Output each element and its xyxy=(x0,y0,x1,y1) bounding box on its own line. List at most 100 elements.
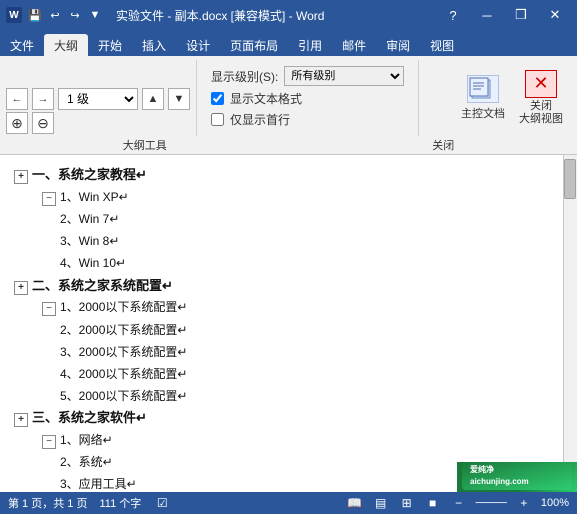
view-print-icon[interactable]: ▤ xyxy=(372,494,390,512)
collapse-7[interactable]: − xyxy=(42,302,56,316)
item-text-12: 三、系统之家软件↵ xyxy=(32,408,147,429)
status-bar-right: 📖 ▤ ⊞ ■ − ──── + 100% xyxy=(346,494,569,512)
placeholder-3 xyxy=(42,209,56,223)
nav-up-button[interactable]: ▲ xyxy=(142,88,164,110)
view-web-icon[interactable]: ⊞ xyxy=(398,494,416,512)
outline-nav-column: ← → 1 级 2 级 3 级 4 级 正文 ▲ ▼ ⊕ ⊖ xyxy=(6,88,190,134)
outline-item-6: + 二、系统之家系统配置↵ xyxy=(14,276,543,297)
nav-right-button[interactable]: → xyxy=(32,88,54,110)
display-level-label: 显示级别(S): xyxy=(211,68,278,85)
close-outline-icon: ✕ xyxy=(525,70,557,98)
close-button[interactable]: ✕ xyxy=(539,4,571,26)
nav-expand-button[interactable]: ⊕ xyxy=(6,112,28,134)
close-outline-button[interactable]: ✕ 关闭大纲视图 xyxy=(517,68,565,128)
tab-insert[interactable]: 插入 xyxy=(132,34,176,56)
save-button[interactable]: 💾 xyxy=(26,6,44,24)
help-button[interactable]: ? xyxy=(437,4,469,26)
collapse-2[interactable]: − xyxy=(42,192,56,206)
page-info: 第 1 页，共 1 页 xyxy=(8,495,87,511)
outline-item-7: − 1、2000以下系统配置↵ xyxy=(14,298,543,317)
close-outline-group: ✕ 关闭大纲视图 xyxy=(517,68,565,128)
item-text-7: 1、2000以下系统配置↵ xyxy=(60,298,187,317)
display-options: 显示级别(S): 所有级别 1 级 2 级 显示文本格式 仅显示首行 xyxy=(203,60,412,134)
nav-down-button[interactable]: ▼ xyxy=(168,88,190,110)
expand-1[interactable]: + xyxy=(14,170,28,184)
item-text-2: 1、Win XP↵ xyxy=(60,188,129,207)
outline-item-4: 3、Win 8↵ xyxy=(14,231,543,251)
level-select[interactable]: 1 级 2 级 3 级 4 级 正文 xyxy=(58,88,138,110)
outline-item-1: + 一、系统之家教程↵ xyxy=(14,165,543,186)
expand-12[interactable]: + xyxy=(14,413,28,427)
nav-row-1: ← → 1 级 2 级 3 级 4 级 正文 ▲ ▼ xyxy=(6,88,190,110)
outline-item-9: 3、2000以下系统配置↵ xyxy=(14,342,543,362)
watermark: 爱纯净 aichunjing.com xyxy=(457,462,577,492)
display-level-row: 显示级别(S): 所有级别 1 级 2 级 xyxy=(211,66,404,86)
tab-view[interactable]: 视图 xyxy=(420,34,464,56)
window-controls: ? ─ ❒ ✕ xyxy=(437,4,571,26)
vertical-scrollbar[interactable] xyxy=(563,155,577,507)
status-bar: 第 1 页，共 1 页 111 个字 ☑ 📖 ▤ ⊞ ■ − ──── + 10… xyxy=(0,492,577,514)
show-first-line-checkbox[interactable] xyxy=(211,113,224,126)
placeholder-15 xyxy=(42,474,56,488)
item-text-8: 2、2000以下系统配置↵ xyxy=(60,321,187,340)
zoom-out-icon[interactable]: − xyxy=(450,494,468,512)
zoom-slider[interactable]: ──── xyxy=(476,497,507,509)
collapse-13[interactable]: − xyxy=(42,435,56,449)
watermark-text: 爱纯净 aichunjing.com xyxy=(462,462,572,493)
nav-left-button[interactable]: ← xyxy=(6,88,28,110)
tab-home[interactable]: 开始 xyxy=(88,34,132,56)
title-bar-left: W 💾 ↩ ↪ ▼ 实验文件 - 副本.docx [兼容模式] - Word xyxy=(6,6,324,24)
zoom-in-icon[interactable]: + xyxy=(515,494,533,512)
view-read-icon[interactable]: 📖 xyxy=(346,494,364,512)
quick-access-toolbar: 💾 ↩ ↪ ▼ xyxy=(26,6,104,24)
section-label: 大纲工具 关闭 xyxy=(0,136,577,155)
scroll-thumb[interactable] xyxy=(564,159,576,199)
window-title: 实验文件 - 副本.docx [兼容模式] - Word xyxy=(116,7,324,24)
display-options-group: 显示级别(S): 所有级别 1 级 2 级 显示文本格式 仅显示首行 xyxy=(201,60,419,136)
outline-item-8: 2、2000以下系统配置↵ xyxy=(14,320,543,340)
master-doc-icon xyxy=(467,75,499,103)
nav-collapse-button[interactable]: ⊖ xyxy=(32,112,54,134)
minimize-button[interactable]: ─ xyxy=(471,4,503,26)
show-format-checkbox[interactable] xyxy=(211,92,224,105)
placeholder-5 xyxy=(42,253,56,267)
outline-nav-controls: ← → 1 级 2 级 3 级 4 级 正文 ▲ ▼ ⊕ ⊖ xyxy=(6,60,190,134)
display-options-content: 显示级别(S): 所有级别 1 级 2 级 显示文本格式 仅显示首行 xyxy=(203,60,412,134)
tab-file[interactable]: 文件 xyxy=(0,34,44,56)
tab-design[interactable]: 设计 xyxy=(176,34,220,56)
expand-6[interactable]: + xyxy=(14,281,28,295)
item-text-1: 一、系统之家教程↵ xyxy=(32,165,147,186)
tab-mailings[interactable]: 邮件 xyxy=(332,34,376,56)
tab-page-layout[interactable]: 页面布局 xyxy=(220,34,288,56)
restore-button[interactable]: ❒ xyxy=(505,4,537,26)
view-normal-icon[interactable]: ■ xyxy=(424,494,442,512)
placeholder-10 xyxy=(42,364,56,378)
outline-item-12: + 三、系统之家软件↵ xyxy=(14,408,543,429)
svg-text:aichunjing.com: aichunjing.com xyxy=(470,477,529,486)
display-level-select[interactable]: 所有级别 1 级 2 级 xyxy=(284,66,404,86)
outline-item-5: 4、Win 10↵ xyxy=(14,253,543,273)
outline-item-11: 5、2000以下系统配置↵ xyxy=(14,386,543,406)
placeholder-9 xyxy=(42,342,56,356)
placeholder-4 xyxy=(42,231,56,245)
spell-check-icon[interactable]: ☑ xyxy=(153,494,171,512)
tab-outline[interactable]: 大纲 xyxy=(44,34,88,56)
tab-review[interactable]: 审阅 xyxy=(376,34,420,56)
outline-item-13: − 1、网络↵ xyxy=(14,431,543,450)
section-label-text: 大纲工具 xyxy=(123,137,167,153)
tab-references[interactable]: 引用 xyxy=(288,34,332,56)
customize-quick-access-button[interactable]: ▼ xyxy=(86,6,104,24)
nav-row-2: ⊕ ⊖ xyxy=(6,112,190,134)
close-outline-label: 关闭大纲视图 xyxy=(519,100,563,126)
undo-button[interactable]: ↩ xyxy=(46,6,64,24)
show-first-line-label: 仅显示首行 xyxy=(230,111,290,128)
placeholder-8 xyxy=(42,320,56,334)
master-doc-button[interactable]: 主控文档 xyxy=(459,73,507,123)
outline-content: + 一、系统之家教程↵ − 1、Win XP↵ 2、Win 7↵ 3、Win 8… xyxy=(0,155,563,507)
zoom-level: 100% xyxy=(541,497,569,509)
item-text-9: 3、2000以下系统配置↵ xyxy=(60,343,187,362)
item-text-3: 2、Win 7↵ xyxy=(60,210,119,229)
status-bar-left: 第 1 页，共 1 页 111 个字 ☑ xyxy=(8,494,171,512)
redo-button[interactable]: ↪ xyxy=(66,6,84,24)
show-first-line-row: 仅显示首行 xyxy=(211,111,404,128)
